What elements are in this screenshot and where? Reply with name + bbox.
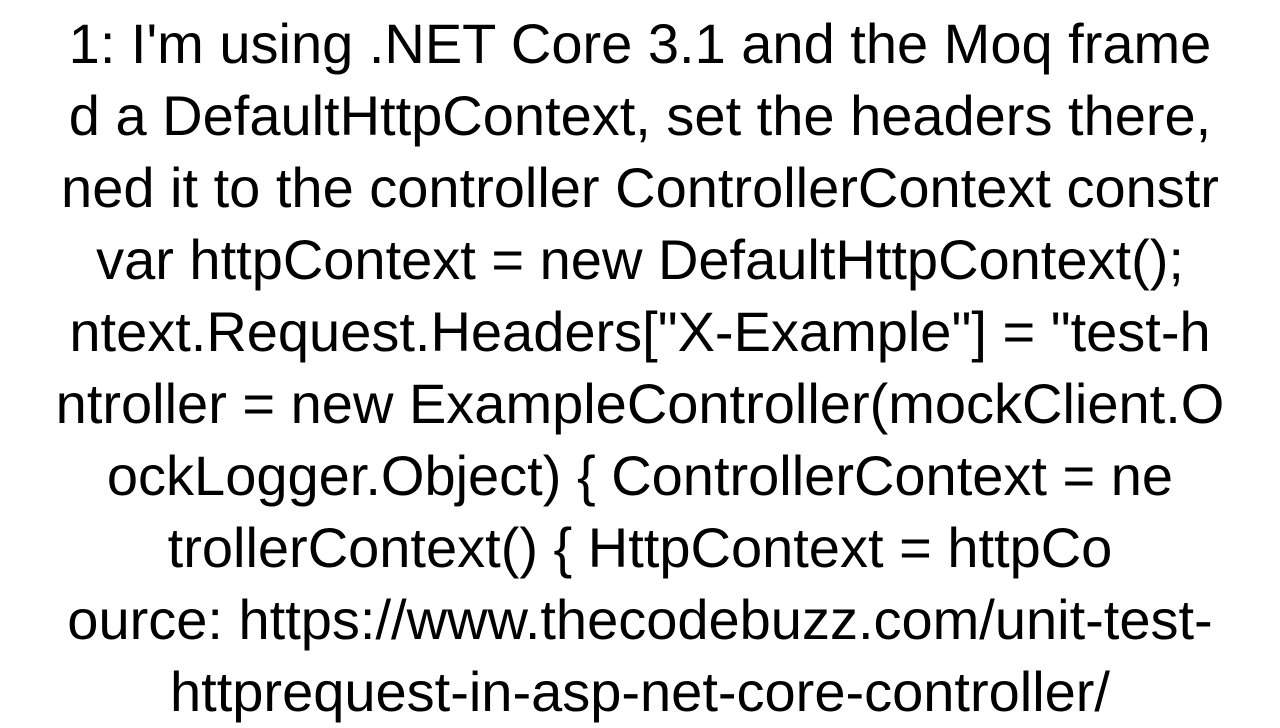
document-line-8: trollerContext() { HttpContext = httpCo bbox=[0, 512, 1280, 584]
document-line-10: httprequest-in-asp-net-core-controller/ bbox=[0, 656, 1280, 728]
document-line-6: ntroller = new ExampleController(mockCli… bbox=[0, 368, 1280, 440]
document-line-4: var httpContext = new DefaultHttpContext… bbox=[0, 224, 1280, 296]
document-line-2: d a DefaultHttpContext, set the headers … bbox=[0, 80, 1280, 152]
document-line-1: 1: I'm using .NET Core 3.1 and the Moq f… bbox=[0, 8, 1280, 80]
document-line-3: ned it to the controller ControllerConte… bbox=[0, 152, 1280, 224]
document-line-7: ockLogger.Object) { ControllerContext = … bbox=[0, 440, 1280, 512]
document-line-9: ource: https://www.thecodebuzz.com/unit-… bbox=[0, 584, 1280, 656]
document-line-5: ntext.Request.Headers["X-Example"] = "te… bbox=[0, 296, 1280, 368]
